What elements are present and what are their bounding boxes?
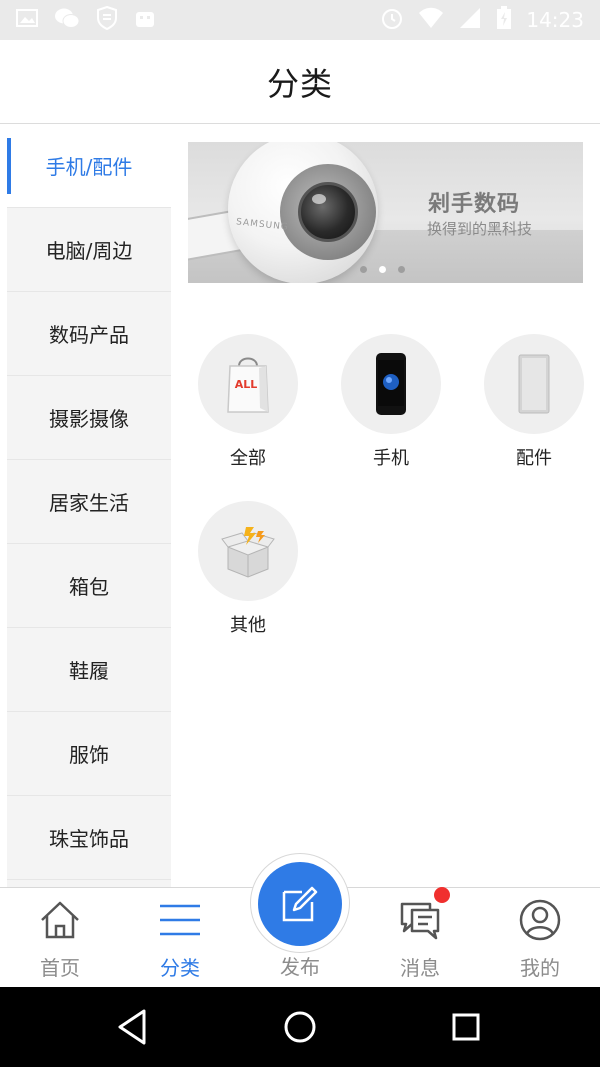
sidebar-item-phones-accessories[interactable]: 手机/配件 <box>7 124 171 208</box>
promo-banner[interactable]: SAMSUNG 剁手数码 换得到的黑科技 <box>188 142 583 283</box>
nav-messages[interactable]: 消息 <box>360 888 480 988</box>
subcategory-accessories-circle <box>484 334 584 434</box>
nav-publish-label: 发布 <box>280 955 320 979</box>
status-bar: 14:23 <box>0 0 600 40</box>
wifi-icon <box>418 7 444 33</box>
category-content: SAMSUNG 剁手数码 换得到的黑科技 ALL 全部 手机 配件 其他 <box>171 124 600 887</box>
back-triangle-icon[interactable] <box>110 1003 158 1051</box>
banner-headline: 剁手数码 <box>428 192 521 217</box>
nav-home-label: 首页 <box>40 956 80 980</box>
svg-text:ALL: ALL <box>235 378 258 391</box>
android-notification-icon <box>134 7 156 33</box>
subcategory-other-label: 其他 <box>230 615 266 636</box>
android-navigation-bar <box>0 987 600 1067</box>
page-title: 分类 <box>266 64 333 103</box>
battery-charging-icon <box>496 6 512 34</box>
subcategory-all-circle: ALL <box>198 334 298 434</box>
phone-icon <box>375 352 407 420</box>
banner-dot[interactable] <box>360 266 367 273</box>
screen: 14:23 分类 手机/配件 电脑/周边 数码产品 摄影摄像 居家生活 箱包 鞋… <box>0 0 600 1067</box>
subcategory-other[interactable]: 其他 <box>193 501 303 637</box>
subcategory-all[interactable]: ALL 全部 <box>193 334 303 470</box>
shopping-bag-all-icon: ALL <box>226 352 270 418</box>
open-box-icon <box>220 523 276 583</box>
status-left <box>16 5 156 34</box>
publish-button[interactable] <box>258 862 342 946</box>
banner-dot-active[interactable] <box>379 266 386 273</box>
image-notification-icon <box>16 8 38 32</box>
user-icon <box>518 898 562 942</box>
sidebar-item-digital-products[interactable]: 数码产品 <box>7 292 171 376</box>
sidebar-item-computers[interactable]: 电脑/周边 <box>7 208 171 292</box>
category-sidebar: 手机/配件 电脑/周边 数码产品 摄影摄像 居家生活 箱包 鞋履 服饰 珠宝饰品 <box>7 124 171 887</box>
camera-lens-glint <box>312 194 326 204</box>
camera-lens <box>298 182 358 242</box>
wechat-icon <box>54 7 80 33</box>
sidebar-item-home-living[interactable]: 居家生活 <box>7 460 171 544</box>
nav-profile[interactable]: 我的 <box>480 888 600 988</box>
banner-pagination <box>360 266 405 273</box>
power-bank-icon <box>518 354 550 418</box>
home-icon <box>38 898 82 942</box>
status-time: 14:23 <box>526 8 584 32</box>
banner-dot[interactable] <box>398 266 405 273</box>
subcategory-phones[interactable]: 手机 <box>336 334 446 470</box>
nav-category-label: 分类 <box>160 956 200 980</box>
subcategory-accessories[interactable]: 配件 <box>479 334 589 470</box>
recents-square-icon[interactable] <box>442 1003 490 1051</box>
list-icon <box>158 898 202 942</box>
nav-home[interactable]: 首页 <box>0 888 120 988</box>
sidebar-item-photography[interactable]: 摄影摄像 <box>7 376 171 460</box>
sidebar-item-jewelry[interactable]: 珠宝饰品 <box>7 796 171 880</box>
nav-messages-label: 消息 <box>400 956 440 980</box>
edit-icon <box>280 884 320 928</box>
message-unread-badge <box>434 887 450 903</box>
sidebar-item-shoes[interactable]: 鞋履 <box>7 628 171 712</box>
message-icon <box>398 898 442 942</box>
sidebar-item-bags[interactable]: 箱包 <box>7 544 171 628</box>
header: 分类 <box>0 40 600 124</box>
status-right: 14:23 <box>380 6 584 34</box>
signal-icon <box>458 7 482 33</box>
banner-subline: 换得到的黑科技 <box>427 220 533 238</box>
sidebar-item-apparel[interactable]: 服饰 <box>7 712 171 796</box>
subcategory-accessories-label: 配件 <box>516 448 552 469</box>
home-circle-icon[interactable] <box>276 1003 324 1051</box>
nav-category[interactable]: 分类 <box>120 888 240 988</box>
subcategory-phones-circle <box>341 334 441 434</box>
subcategory-all-label: 全部 <box>230 448 266 469</box>
nav-profile-label: 我的 <box>520 956 560 980</box>
shield-icon <box>96 5 118 34</box>
subcategory-phones-label: 手机 <box>373 448 409 469</box>
subcategory-other-circle <box>198 501 298 601</box>
alarm-icon <box>380 6 404 34</box>
